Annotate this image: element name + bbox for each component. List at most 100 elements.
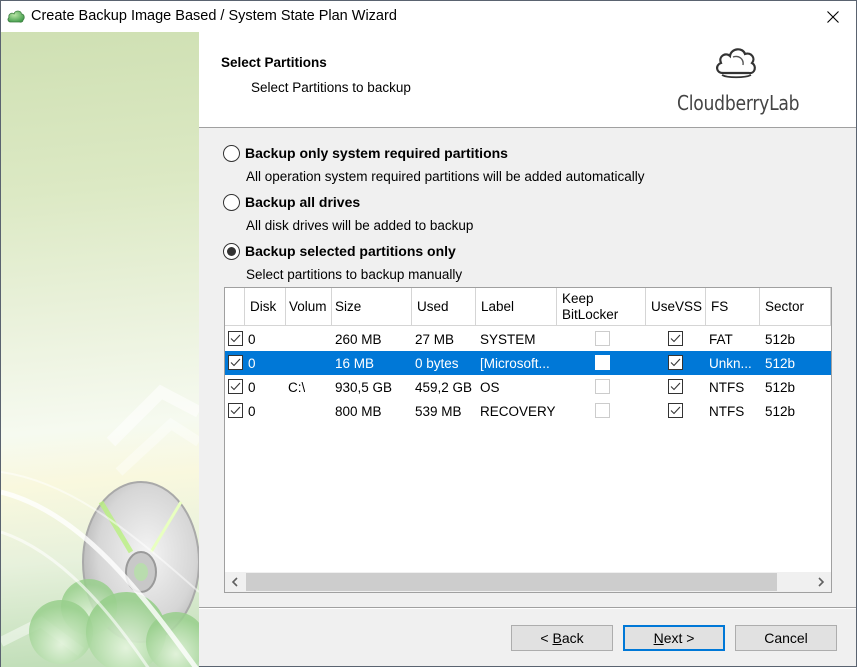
cell-fs: Unkn...	[709, 355, 752, 371]
scrollbar-thumb[interactable]	[246, 573, 777, 591]
cell-label: [Microsoft...	[480, 355, 550, 371]
option-label: Backup selected partitions only	[245, 243, 456, 259]
close-icon	[827, 10, 839, 23]
keep-bitlocker-checkbox	[595, 331, 610, 346]
next-button[interactable]: Next >	[623, 625, 725, 651]
cell-size: 800 MB	[335, 403, 382, 419]
option-description: All operation system required partitions…	[246, 169, 645, 184]
table-row[interactable]: 0 C:\ 930,5 GB 459,2 GB OS NTFS 512b	[225, 375, 831, 399]
page-subtitle: Select Partitions to backup	[251, 80, 411, 95]
checkmark-icon	[670, 358, 681, 367]
cell-fs: NTFS	[709, 379, 745, 395]
checkmark-icon	[670, 382, 681, 391]
cell-size: 16 MB	[335, 355, 375, 371]
scroll-left-button[interactable]	[225, 572, 245, 592]
disc-cloud-illustration	[1, 384, 199, 667]
cell-disk: 0	[248, 355, 256, 371]
cell-used: 539 MB	[415, 403, 462, 419]
title-bar: Create Backup Image Based / System State…	[1, 1, 856, 32]
cell-volume: C:\	[288, 379, 306, 395]
checkmark-icon	[670, 406, 681, 415]
column-header-size[interactable]: Size	[332, 288, 412, 326]
table-row[interactable]: 0 16 MB 0 bytes [Microsoft... Unkn... 512b	[225, 351, 831, 375]
radio-all-drives[interactable]	[223, 194, 240, 211]
row-select-checkbox[interactable]	[228, 403, 243, 418]
back-button[interactable]: < Back	[511, 625, 613, 651]
checkmark-icon	[670, 334, 681, 343]
radio-system-required[interactable]	[223, 145, 240, 162]
row-select-checkbox[interactable]	[228, 355, 243, 370]
option-label: Backup only system required partitions	[245, 145, 508, 161]
cancel-button[interactable]: Cancel	[735, 625, 837, 651]
column-header-fs[interactable]: FS	[706, 288, 760, 326]
option-description: All disk drives will be added to backup	[246, 218, 474, 233]
table-row[interactable]: 0 800 MB 539 MB RECOVERY NTFS 512b	[225, 399, 831, 423]
usevss-checkbox[interactable]	[668, 379, 683, 394]
column-header-sector[interactable]: Sector	[760, 288, 831, 326]
column-header-volume[interactable]: Volum	[286, 288, 332, 326]
usevss-checkbox[interactable]	[668, 403, 683, 418]
cell-label: SYSTEM	[480, 331, 536, 347]
checkmark-icon	[230, 358, 241, 367]
column-header-select[interactable]	[225, 288, 245, 326]
cell-sector: 512b	[765, 379, 796, 395]
cell-used: 27 MB	[415, 331, 455, 347]
cell-used: 0 bytes	[415, 355, 459, 371]
close-button[interactable]	[810, 1, 856, 32]
row-select-checkbox[interactable]	[228, 331, 243, 346]
back-label-prefix: <	[540, 630, 553, 646]
scroll-right-button[interactable]	[811, 572, 831, 592]
cell-used: 459,2 GB	[415, 379, 473, 395]
cell-disk: 0	[248, 331, 256, 347]
cloudberry-logo: CloudberryLab	[675, 45, 800, 115]
option-description: Select partitions to backup manually	[246, 267, 463, 282]
keep-bitlocker-checkbox	[595, 355, 610, 370]
grid-header: Disk Volum Size Used Label Keep BitLocke…	[225, 288, 831, 326]
cell-fs: NTFS	[709, 403, 745, 419]
row-select-checkbox[interactable]	[228, 379, 243, 394]
app-cloud-icon	[7, 10, 25, 23]
cell-label: OS	[480, 379, 500, 395]
chevron-left-icon	[231, 577, 238, 587]
checkmark-icon	[230, 406, 241, 415]
next-mnemonic: N	[653, 630, 664, 646]
usevss-checkbox[interactable]	[668, 331, 683, 346]
page-title: Select Partitions	[221, 55, 327, 70]
wizard-side-banner	[1, 32, 199, 667]
wizard-window: Create Backup Image Based / System State…	[0, 0, 857, 667]
horizontal-scrollbar[interactable]	[225, 572, 831, 592]
usevss-checkbox[interactable]	[668, 355, 683, 370]
column-header-keep-line1: Keep	[562, 291, 594, 306]
back-label-rest: ack	[561, 630, 584, 646]
column-header-label[interactable]: Label	[476, 288, 557, 326]
column-header-keep-line2: BitLocker	[562, 307, 619, 322]
column-header-usevss[interactable]: UseVSS	[646, 288, 706, 326]
logo-text: CloudberryLab	[677, 91, 800, 115]
chevron-right-icon	[818, 577, 825, 587]
keep-bitlocker-checkbox	[595, 403, 610, 418]
option-label: Backup all drives	[245, 194, 361, 210]
column-header-keep-bitlocker[interactable]: Keep BitLocker	[557, 288, 646, 326]
radio-selected-partitions[interactable]	[223, 243, 240, 260]
cell-label: RECOVERY	[480, 403, 556, 419]
cell-sector: 512b	[765, 403, 796, 419]
partitions-grid[interactable]: Disk Volum Size Used Label Keep BitLocke…	[224, 287, 832, 593]
cell-sector: 512b	[765, 355, 796, 371]
cell-sector: 512b	[765, 331, 796, 347]
cell-size: 260 MB	[335, 331, 382, 347]
checkmark-icon	[230, 334, 241, 343]
next-label-rest: ext >	[663, 630, 695, 646]
cell-size: 930,5 GB	[335, 379, 393, 395]
table-row[interactable]: 0 260 MB 27 MB SYSTEM FAT 512b	[225, 327, 831, 351]
footer-divider-highlight	[199, 608, 856, 609]
window-title: Create Backup Image Based / System State…	[31, 8, 397, 24]
cell-disk: 0	[248, 379, 256, 395]
column-header-used[interactable]: Used	[412, 288, 476, 326]
back-mnemonic: B	[552, 630, 562, 646]
cell-disk: 0	[248, 403, 256, 419]
cell-fs: FAT	[709, 331, 733, 347]
column-header-disk[interactable]: Disk	[245, 288, 286, 326]
keep-bitlocker-checkbox	[595, 379, 610, 394]
checkmark-icon	[230, 382, 241, 391]
cloud-logo-icon	[716, 48, 756, 79]
